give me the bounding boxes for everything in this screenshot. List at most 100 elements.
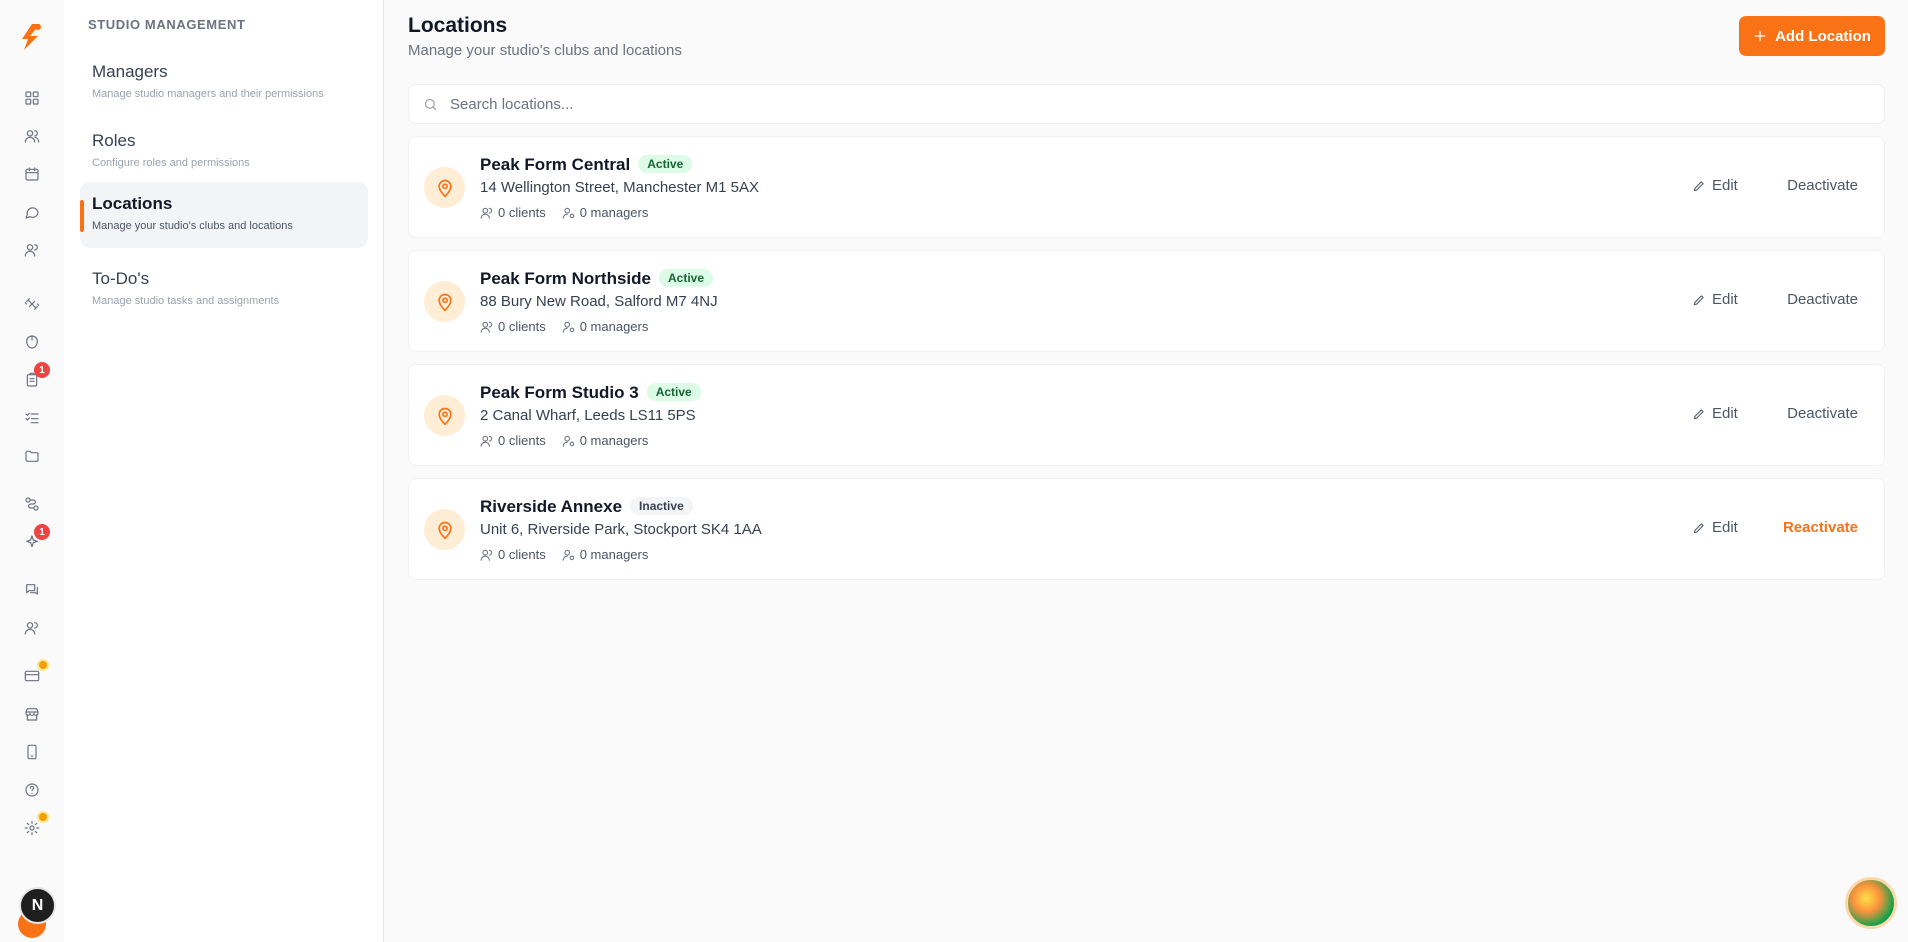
- edit-button[interactable]: Edit: [1692, 405, 1738, 422]
- location-meta: 0 clients 0 managers: [480, 319, 648, 334]
- nav-item-label: Roles: [92, 131, 136, 150]
- edit-label: Edit: [1712, 291, 1738, 308]
- users-icon[interactable]: [22, 126, 42, 146]
- brand-logo-icon[interactable]: [18, 22, 46, 52]
- users-icon: [480, 207, 493, 219]
- dumbbell-icon[interactable]: [22, 294, 42, 314]
- manager-icon: [562, 321, 574, 333]
- location-name-row: Peak Form Studio 3 Active: [480, 383, 701, 403]
- nav-item-label: Managers: [92, 62, 168, 81]
- icon-rail: 1 1 N: [0, 0, 64, 942]
- nav-item-roles[interactable]: Roles Configure roles and permissions: [80, 119, 368, 185]
- folder-icon[interactable]: [22, 446, 42, 466]
- nav-item-label: Locations: [92, 194, 173, 213]
- notification-badge: 1: [34, 362, 50, 378]
- location-name-row: Peak Form Central Active: [480, 155, 693, 175]
- client-count: 0 clients: [498, 433, 546, 448]
- store-icon[interactable]: [22, 704, 42, 724]
- deactivate-button[interactable]: Deactivate: [1787, 177, 1858, 194]
- users-icon: [480, 549, 493, 561]
- nav-item-managers[interactable]: Managers Manage studio managers and thei…: [80, 50, 368, 116]
- location-name: Peak Form Studio 3: [480, 383, 639, 402]
- edit-button[interactable]: Edit: [1692, 519, 1738, 536]
- nav-item-description: Manage studio managers and their permiss…: [92, 88, 324, 100]
- deactivate-button[interactable]: Deactivate: [1787, 405, 1858, 422]
- main-content: Locations Manage your studio's clubs and…: [384, 0, 1908, 942]
- grid-icon[interactable]: [22, 88, 42, 108]
- checklist-icon[interactable]: [22, 408, 42, 428]
- edit-label: Edit: [1712, 177, 1738, 194]
- location-name-row: Riverside Annexe Inactive: [480, 497, 693, 517]
- client-count: 0 clients: [498, 547, 546, 562]
- nav-section-title: STUDIO MANAGEMENT: [88, 17, 246, 32]
- pencil-icon: [1693, 408, 1704, 419]
- deactivate-button[interactable]: Deactivate: [1787, 291, 1858, 308]
- users-icon: [480, 435, 493, 447]
- nav-item-label: To-Do's: [92, 269, 150, 288]
- location-meta: 0 clients 0 managers: [480, 547, 648, 562]
- page-title: Locations: [408, 14, 508, 37]
- nutrition-icon[interactable]: [22, 332, 42, 352]
- nav-item-description: Configure roles and permissions: [92, 157, 250, 169]
- client-count: 0 clients: [498, 205, 546, 220]
- user-avatar[interactable]: N: [19, 887, 56, 924]
- nav-item-locations[interactable]: Locations Manage your studio's clubs and…: [80, 182, 368, 248]
- location-card: Riverside Annexe Inactive Unit 6, Riversi…: [408, 478, 1885, 580]
- studio-management-nav: STUDIO MANAGEMENT Managers Manage studio…: [64, 0, 384, 942]
- location-address: 88 Bury New Road, Salford M7 4NJ: [480, 293, 718, 310]
- location-card: Peak Form Central Active 14 Wellington St…: [408, 136, 1885, 238]
- client-count: 0 clients: [498, 319, 546, 334]
- location-meta: 0 clients 0 managers: [480, 205, 648, 220]
- chat-bubble-icon[interactable]: [22, 202, 42, 222]
- location-name: Peak Form Northside: [480, 269, 651, 288]
- location-address: 14 Wellington Street, Manchester M1 5AX: [480, 179, 760, 196]
- notification-badge: 1: [34, 524, 50, 540]
- map-pin-icon: [424, 281, 465, 322]
- search-icon: [424, 98, 437, 110]
- search-input[interactable]: [450, 95, 1850, 113]
- location-address: 2 Canal Wharf, Leeds LS11 5PS: [480, 407, 696, 424]
- assistant-avatar[interactable]: [1845, 877, 1897, 929]
- pencil-icon: [1693, 522, 1704, 533]
- workflow-icon[interactable]: [22, 494, 42, 514]
- map-pin-icon: [424, 395, 465, 436]
- clients-icon[interactable]: [22, 240, 42, 260]
- calendar-icon[interactable]: [22, 164, 42, 184]
- plus-icon: [1754, 30, 1766, 42]
- status-badge: Active: [646, 383, 701, 401]
- search-bar: [408, 84, 1885, 124]
- messages-icon[interactable]: [22, 580, 42, 600]
- status-badge: Inactive: [630, 497, 693, 515]
- manager-icon: [562, 549, 574, 561]
- manager-icon: [562, 435, 574, 447]
- manager-count: 0 managers: [579, 433, 649, 448]
- mobile-icon[interactable]: [22, 742, 42, 762]
- manager-icon: [562, 207, 574, 219]
- manager-count: 0 managers: [579, 319, 649, 334]
- help-icon[interactable]: [22, 780, 42, 800]
- location-card: Peak Form Studio 3 Active 2 Canal Wharf, …: [408, 364, 1885, 466]
- status-badge: Active: [638, 155, 693, 173]
- users-icon: [480, 321, 493, 333]
- nav-item-description: Manage studio tasks and assignments: [92, 295, 280, 307]
- location-meta: 0 clients 0 managers: [480, 433, 648, 448]
- status-dot: [37, 811, 49, 823]
- team-icon[interactable]: [22, 618, 42, 638]
- location-name: Peak Form Central: [480, 155, 631, 174]
- manager-count: 0 managers: [579, 205, 649, 220]
- pencil-icon: [1693, 180, 1704, 191]
- status-dot: [37, 659, 49, 671]
- manager-count: 0 managers: [579, 547, 649, 562]
- location-card: Peak Form Northside Active 88 Bury New Ro…: [408, 250, 1885, 352]
- status-badge: Active: [659, 269, 714, 287]
- nav-item-todos[interactable]: To-Do's Manage studio tasks and assignme…: [80, 257, 368, 323]
- nav-item-description: Manage your studio's clubs and locations: [92, 220, 293, 232]
- map-pin-icon: [424, 509, 465, 550]
- add-location-label: Add Location: [1775, 27, 1871, 45]
- edit-label: Edit: [1712, 519, 1738, 536]
- location-address: Unit 6, Riverside Park, Stockport SK4 1A…: [480, 521, 762, 538]
- edit-button[interactable]: Edit: [1692, 291, 1738, 308]
- add-location-button[interactable]: Add Location: [1739, 16, 1885, 56]
- reactivate-button[interactable]: Reactivate: [1783, 519, 1858, 536]
- edit-button[interactable]: Edit: [1692, 177, 1738, 194]
